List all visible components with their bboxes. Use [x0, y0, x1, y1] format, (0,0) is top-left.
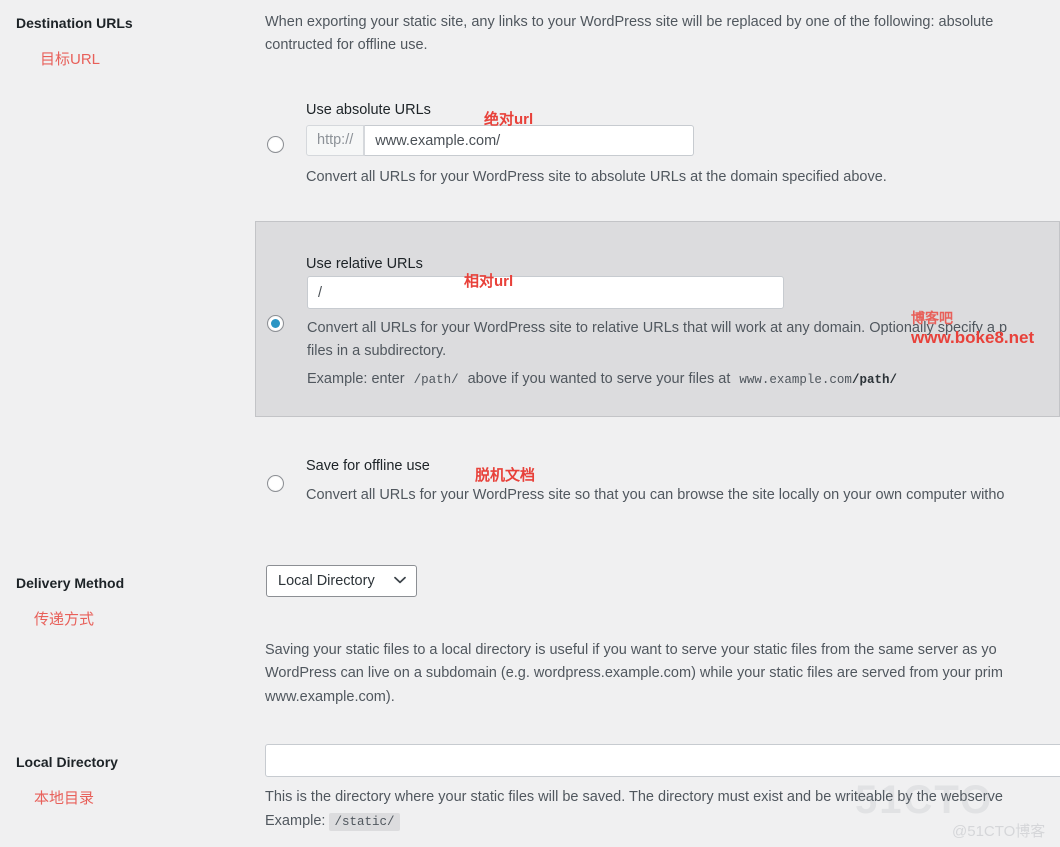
destination-urls-label: Destination URLs: [16, 15, 133, 31]
local-directory-label-group: Local Directory 本地目录: [0, 753, 252, 808]
option-absolute-urls[interactable]: Use absolute URLs http:// Convert all UR…: [255, 96, 1060, 196]
option-offline-desc-row: Convert all URLs for your WordPress site…: [306, 484, 1004, 507]
absolute-url-input-group[interactable]: http://: [306, 125, 695, 156]
delivery-method-selected-value: Local Directory: [278, 573, 375, 589]
example-domain-text: www.example.com: [739, 373, 852, 387]
annotation-offline-use: 脱机文档: [475, 467, 536, 484]
intro-line-2: contructed for offline use.: [265, 37, 428, 54]
annotation-site-url: www.boke8.net: [911, 328, 1035, 347]
example-prefix-text: Example: enter: [307, 371, 405, 387]
option-offline-use[interactable]: Save for offline use Convert all URLs fo…: [255, 452, 1060, 522]
annotation-relative-url: 相对url: [464, 273, 514, 290]
intro-line-1: When exporting your static site, any lin…: [265, 14, 994, 30]
delivery-method-select[interactable]: Local Directory: [266, 565, 417, 597]
example-path-chip: /path/: [408, 371, 464, 389]
absolute-url-input[interactable]: [364, 125, 695, 156]
option-relative-title-row: Use relative URLs: [306, 255, 423, 274]
local-directory-description: This is the directory where your static …: [265, 786, 1060, 809]
radio-relative-urls[interactable]: [267, 315, 284, 332]
local-directory-example-label: Example:: [265, 813, 326, 829]
option-absolute-title: Use absolute URLs: [306, 102, 431, 118]
local-directory-desc: This is the directory where your static …: [265, 789, 1003, 805]
local-directory-label: Local Directory: [16, 754, 118, 770]
option-relative-title: Use relative URLs: [306, 256, 423, 272]
watermark-text: @51CTO博客: [952, 823, 1046, 840]
destination-urls-intro: When exporting your static site, any lin…: [265, 11, 1060, 58]
chevron-down-icon: [394, 566, 406, 596]
local-directory-input[interactable]: [265, 744, 1060, 777]
settings-page: Destination URLs 目标URL When exporting yo…: [0, 0, 1060, 847]
delivery-desc-line-2: WordPress can live on a subdomain (e.g. …: [265, 665, 1003, 682]
delivery-method-description: Saving your static files to a local dire…: [265, 639, 1060, 709]
radio-offline-use[interactable]: [267, 475, 284, 492]
annotation-absolute-url: 绝对url: [484, 111, 534, 128]
delivery-method-label-group: Delivery Method 传递方式: [0, 574, 252, 629]
example-full-url-chip: www.example.com/path/: [734, 371, 902, 389]
url-scheme-prefix: http://: [306, 125, 365, 156]
example-middle-text: above if you wanted to serve your files …: [467, 371, 731, 387]
local-directory-example-row: Example: /static/: [265, 813, 400, 831]
example-path-bold: /path/: [851, 373, 897, 387]
delivery-desc-line-3: www.example.com).: [265, 688, 395, 705]
option-offline-title: Save for offline use: [306, 458, 430, 474]
option-absolute-desc: Convert all URLs for your WordPress site…: [306, 169, 887, 185]
option-relative-example-row: Example: enter /path/ above if you wante…: [307, 368, 902, 391]
destination-urls-cn-note: 目标URL: [40, 50, 101, 68]
local-directory-cn-note: 本地目录: [34, 789, 95, 807]
local-directory-example-chip: /static/: [329, 813, 400, 831]
delivery-method-cn-note: 传递方式: [34, 610, 95, 628]
delivery-desc-line-1: Saving your static files to a local dire…: [265, 642, 997, 658]
annotation-site-name: 博客吧: [911, 310, 953, 326]
relative-url-input[interactable]: [307, 276, 784, 309]
radio-absolute-urls[interactable]: [267, 136, 284, 153]
option-offline-title-row: Save for offline use: [306, 457, 430, 476]
option-offline-desc: Convert all URLs for your WordPress site…: [306, 487, 1005, 503]
option-absolute-title-row: Use absolute URLs: [306, 101, 431, 120]
delivery-method-label: Delivery Method: [16, 575, 125, 591]
delivery-method-select-box[interactable]: Local Directory: [266, 565, 417, 597]
option-absolute-desc-row: Convert all URLs for your WordPress site…: [306, 166, 887, 189]
destination-urls-label-group: Destination URLs 目标URL: [0, 14, 252, 69]
